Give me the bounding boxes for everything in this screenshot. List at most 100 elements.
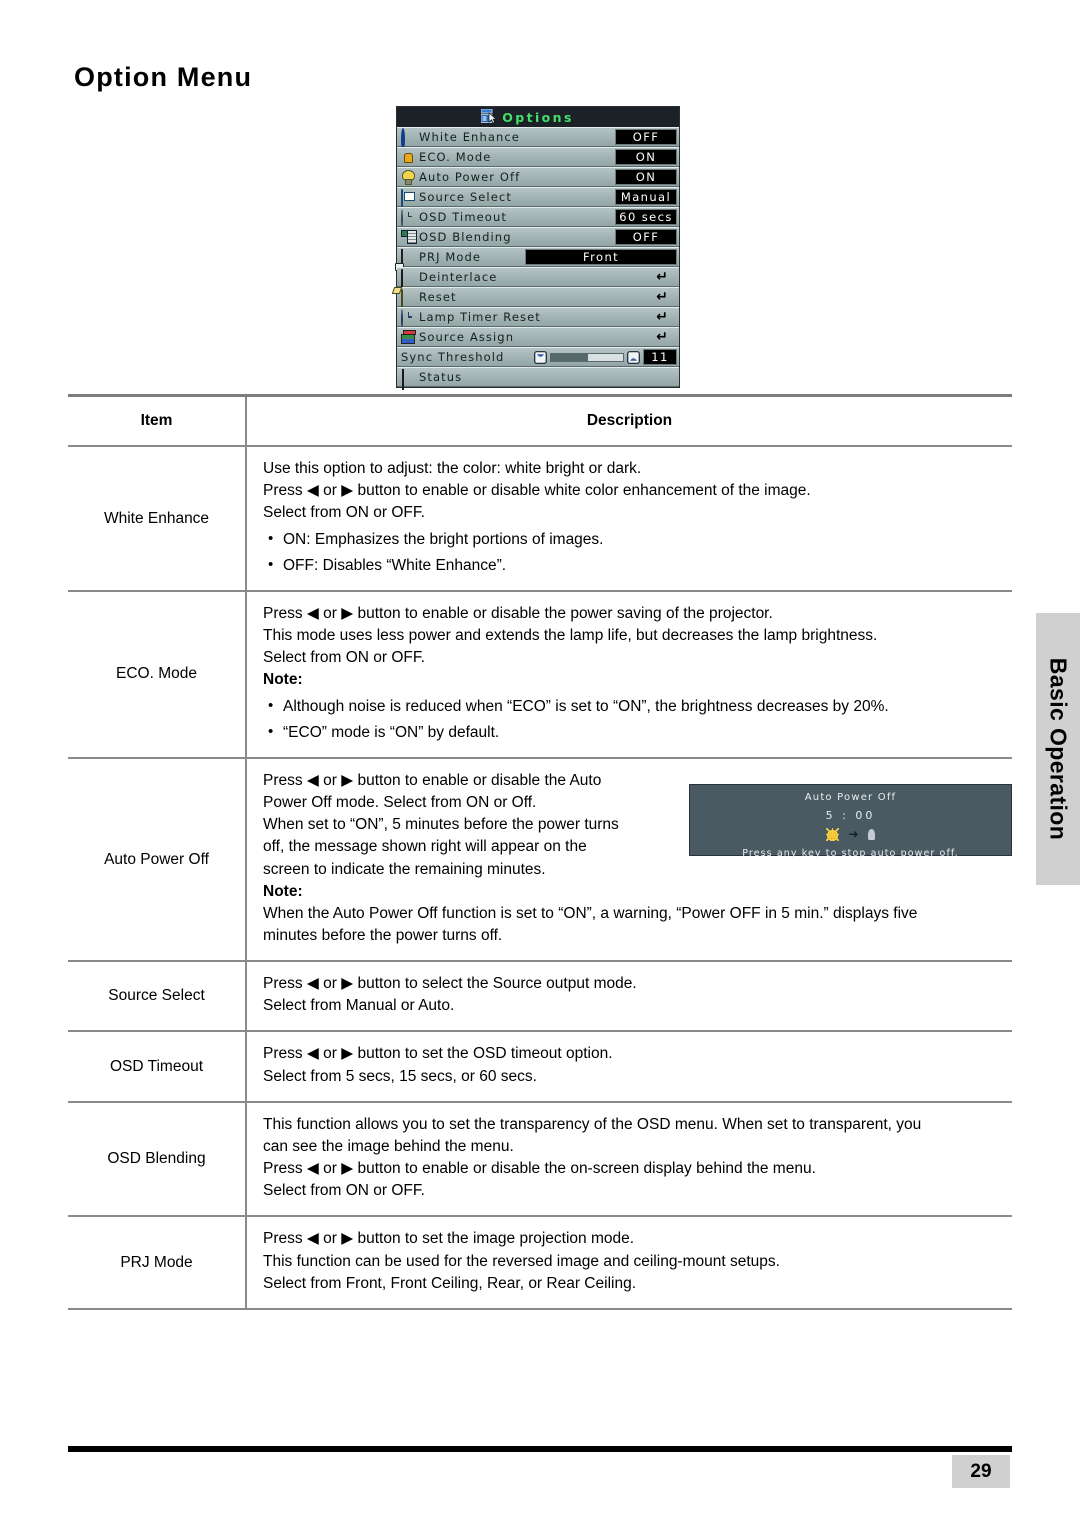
osd-row-value[interactable]: OFF	[615, 229, 677, 245]
desc-line: Press ◀ or ▶ button to enable or disable…	[263, 604, 773, 622]
desc-line: off, the message shown right will appear…	[263, 838, 587, 856]
side-tab-basic-operation: Basic Operation	[1036, 613, 1080, 885]
desc-bullet-list: Although noise is reduced when “ECO” is …	[263, 695, 1012, 744]
row-description: Press ◀ or ▶ button to set the image pro…	[245, 1217, 1012, 1308]
note-line: minutes before the power turns off.	[263, 926, 503, 944]
osd-row-reset[interactable]: Reset ↵	[397, 287, 679, 310]
osd-row-label: Deinterlace	[419, 270, 498, 284]
row-item-label: Source Select	[108, 987, 205, 1005]
osd-row-label: ECO. Mode	[419, 150, 492, 164]
desc-line: This function can be used for the revers…	[263, 1252, 780, 1270]
desc-line: Select from Front, Front Ceiling, Rear, …	[263, 1274, 636, 1292]
osd-row-label: Auto Power Off	[419, 170, 521, 184]
side-tab-label: Basic Operation	[1045, 657, 1072, 841]
osd-row-white-enhance[interactable]: White Enhance OFF	[397, 127, 679, 151]
status-doc-icon	[401, 368, 416, 390]
osd-row-label: OSD Timeout	[419, 210, 507, 224]
desc-line: Press ◀ or ▶ button to enable or disable…	[263, 482, 811, 500]
sync-threshold-slider[interactable]	[534, 350, 640, 364]
desc-line: Select from ON or OFF.	[263, 504, 425, 522]
osd-row-osd-blending[interactable]: OSD Blending OFF	[397, 227, 679, 247]
sync-threshold-value[interactable]: 11	[643, 349, 677, 365]
desc-line: This mode uses less power and extends th…	[263, 627, 878, 645]
row-item-label: White Enhance	[103, 509, 210, 527]
table-bottom-rule	[68, 1307, 1012, 1310]
lamp-on-icon	[826, 827, 840, 841]
osd-row-lamp-timer-reset[interactable]: Lamp Timer Reset ↵	[397, 307, 679, 330]
source-assign-icon	[401, 330, 416, 345]
row-description: Press ◀ or ▶ button to select the Source…	[245, 962, 1012, 1031]
row-description: Press ◀ or ▶ button to set the OSD timeo…	[245, 1032, 1012, 1101]
desc-text-block: Press ◀ or ▶ button to enable or disable…	[263, 770, 675, 881]
osd-title-text: Options	[502, 109, 574, 125]
osd-row-label: Source Select	[419, 190, 512, 204]
osd-row-label: Lamp Timer Reset	[419, 310, 541, 324]
osd-row-value[interactable]: Front	[525, 249, 677, 265]
desc-line: Select from ON or OFF.	[263, 649, 425, 667]
note-label: Note:	[263, 882, 303, 900]
osd-row-deinterlace[interactable]: Deinterlace ↵	[397, 267, 679, 290]
table-row: OSD Blending This function allows you to…	[68, 1102, 1012, 1216]
lamp-timer-clock-icon	[401, 308, 416, 330]
arrow-right-icon: ➜	[848, 827, 859, 842]
desc-line: Use this option to adjust: the color: wh…	[263, 460, 642, 478]
eco-lamp-icon	[401, 150, 416, 165]
desc-bullet: “ECO” mode is “ON” by default.	[263, 721, 1012, 744]
osd-row-sync-threshold[interactable]: Sync Threshold 11	[397, 347, 679, 367]
osd-row-prj-mode[interactable]: PRJ Mode Front	[397, 247, 679, 270]
osd-row-source-select[interactable]: Source Select Manual	[397, 187, 679, 210]
osd-row-label: White Enhance	[419, 130, 520, 144]
note-line: When the Auto Power Off function is set …	[263, 904, 918, 922]
osd-row-label: OSD Blending	[419, 230, 512, 244]
desc-line: Select from ON or OFF.	[263, 1182, 425, 1200]
desc-line: can see the image behind the menu.	[263, 1137, 514, 1155]
osd-row-auto-power-off[interactable]: Auto Power Off ON	[397, 167, 679, 187]
table-row: Auto Power Off Press ◀ or ▶ button to en…	[68, 758, 1012, 961]
enter-arrow-icon[interactable]: ↵	[647, 269, 677, 285]
row-item-label: OSD Blending	[107, 1150, 206, 1168]
osd-row-label: PRJ Mode	[419, 250, 482, 264]
clock-icon	[401, 208, 416, 230]
enter-arrow-icon[interactable]: ↵	[647, 329, 677, 345]
osd-row-osd-timeout[interactable]: OSD Timeout 60 secs	[397, 207, 679, 230]
prj-mode-icon	[401, 248, 416, 270]
row-item-label: Auto Power Off	[104, 850, 209, 868]
osd-row-value[interactable]: ON	[615, 149, 677, 165]
slider-fill	[551, 353, 589, 361]
desc-line: Press ◀ or ▶ button to set the OSD timeo…	[263, 1045, 613, 1063]
osd-row-eco-mode[interactable]: ECO. Mode ON	[397, 147, 679, 167]
page-number: 29	[952, 1455, 1010, 1488]
osd-row-value[interactable]: 60 secs	[615, 209, 677, 225]
note-label: Note:	[263, 671, 303, 689]
desc-line: Power Off mode. Select from ON or Off.	[263, 794, 537, 812]
enter-arrow-icon[interactable]: ↵	[647, 309, 677, 325]
row-item-label: PRJ Mode	[120, 1253, 193, 1271]
osd-title-bar: Options	[397, 107, 679, 127]
sync-low-icon	[534, 350, 547, 364]
column-header-description: Description	[245, 397, 1012, 446]
table-header-row: Item Description	[68, 397, 1012, 446]
osd-blending-list-icon	[401, 230, 416, 245]
source-camera-icon	[401, 188, 416, 210]
desc-line: This function allows you to set the tran…	[263, 1115, 922, 1133]
osd-row-source-assign[interactable]: Source Assign ↵	[397, 327, 679, 347]
desc-bullet: ON: Emphasizes the bright portions of im…	[263, 528, 1012, 551]
desc-line: When set to “ON”, 5 minutes before the p…	[263, 816, 619, 834]
desc-line: Press ◀ or ▶ button to enable or disable…	[263, 1160, 816, 1178]
enter-arrow-icon[interactable]: ↵	[647, 289, 677, 305]
slider-track[interactable]	[550, 352, 624, 362]
desc-line: Press ◀ or ▶ button to set the image pro…	[263, 1230, 635, 1248]
lamp-off-icon	[867, 828, 875, 840]
desc-line: screen to indicate the remaining minutes…	[263, 860, 546, 878]
apo-icon-row: ➜	[690, 827, 1011, 842]
row-description: Press ◀ or ▶ button to enable or disable…	[245, 591, 1012, 757]
desc-line: Press ◀ or ▶ button to select the Source…	[263, 975, 637, 993]
osd-row-value[interactable]: OFF	[615, 129, 677, 145]
white-enhance-circle-icon	[401, 127, 416, 151]
osd-row-status[interactable]: Status	[397, 367, 679, 390]
osd-row-value[interactable]: ON	[615, 169, 677, 185]
reset-folder-icon	[401, 288, 416, 310]
table-row: ECO. Mode Press ◀ or ▶ button to enable …	[68, 591, 1012, 757]
desc-bullet: Although noise is reduced when “ECO” is …	[263, 695, 1012, 718]
osd-row-value[interactable]: Manual	[615, 189, 677, 205]
